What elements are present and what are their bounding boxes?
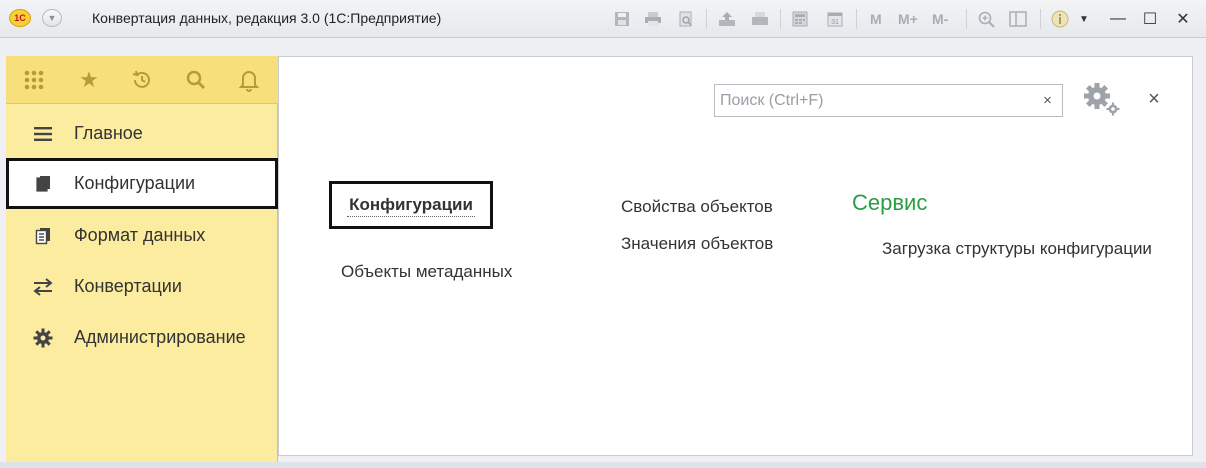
gear-icon — [32, 327, 54, 349]
calendar-icon[interactable]: 31 — [825, 8, 845, 30]
sidebar-toolbar: ★ — [6, 56, 278, 104]
sidebar-item-label: Конфигурации — [74, 173, 196, 193]
section-title-service: Сервис — [852, 190, 928, 215]
toolbar-separator — [706, 9, 707, 29]
memory-plus-button[interactable]: M+ — [898, 8, 918, 30]
maximize-button[interactable]: ☐ — [1139, 8, 1161, 30]
main-menu-button[interactable]: ▼ — [42, 9, 62, 27]
notifications-bell-icon[interactable] — [235, 66, 263, 94]
sidebar-item-configurations[interactable]: Конфигурации — [6, 158, 278, 209]
sidebar-item-label: Формат данных — [74, 225, 206, 245]
toolbar-separator — [1040, 9, 1041, 29]
upload-icon[interactable] — [717, 8, 737, 30]
window-frame-bottom — [0, 462, 1206, 468]
documents-icon — [32, 173, 54, 195]
minimize-button[interactable]: — — [1107, 8, 1129, 30]
exchange-arrows-icon — [32, 276, 54, 298]
print-preview-icon[interactable] — [676, 8, 696, 30]
link-metadata-objects[interactable]: Объекты метаданных — [341, 262, 512, 282]
group-title: Конфигурации — [347, 194, 475, 217]
toolbar-separator — [966, 9, 967, 29]
print-icon[interactable] — [643, 8, 663, 30]
sidebar-item-administration[interactable]: Администрирование — [6, 312, 278, 363]
sidebar-item-label: Конвертации — [74, 276, 182, 296]
sidebar-item-data-format[interactable]: Формат данных — [6, 210, 278, 261]
main-panel: × × Конфигурации — [278, 56, 1193, 456]
link-object-values[interactable]: Значения объектов — [621, 234, 773, 254]
history-clock-icon[interactable] — [128, 66, 156, 94]
close-panel-button[interactable]: × — [1144, 87, 1164, 111]
search-icon[interactable] — [182, 66, 210, 94]
scan-icon[interactable] — [750, 8, 770, 30]
info-icon[interactable] — [1050, 8, 1070, 30]
chevron-down-icon: ▼ — [47, 13, 57, 23]
list-icon — [32, 123, 54, 145]
group-configurations-active[interactable]: Конфигурации — [329, 181, 493, 229]
sidebar-item-label: Главное — [74, 123, 143, 143]
documents-grid-icon — [32, 225, 54, 247]
svg-text:31: 31 — [831, 19, 839, 26]
favorites-star-icon[interactable]: ★ — [75, 66, 103, 94]
save-icon[interactable] — [612, 8, 632, 30]
search-box — [714, 84, 1034, 117]
title-bar: 1С ▼ Конвертация данных, редакция 3.0 (1… — [0, 0, 1206, 38]
close-window-button[interactable]: ✕ — [1172, 8, 1194, 30]
search-clear-button[interactable]: × — [1033, 84, 1063, 117]
calculator-icon[interactable] — [790, 8, 810, 30]
sidebar-item-main[interactable]: Главное — [6, 108, 278, 159]
panel-layout-icon[interactable] — [1008, 8, 1028, 30]
toolbar-separator — [780, 9, 781, 29]
zoom-in-icon[interactable] — [976, 8, 996, 30]
link-object-properties[interactable]: Свойства объектов — [621, 197, 773, 217]
apps-grid-icon[interactable] — [20, 66, 48, 94]
dropdown-arrow-icon[interactable]: ▼ — [1074, 8, 1094, 30]
sidebar-item-conversions[interactable]: Конвертации — [6, 261, 278, 312]
memory-button[interactable]: M — [870, 8, 882, 30]
toolbar-separator — [856, 9, 857, 29]
app-logo-icon[interactable]: 1С — [9, 9, 31, 27]
window-title: Конвертация данных, редакция 3.0 (1С:Пре… — [92, 10, 442, 26]
search-input[interactable] — [715, 85, 1033, 116]
settings-gear-icon[interactable] — [1081, 81, 1121, 117]
sidebar: ★ Главное Конфигурации Формат данных Кон… — [6, 56, 278, 464]
link-load-configuration-structure[interactable]: Загрузка структуры конфигурации — [882, 239, 1152, 259]
sidebar-item-label: Администрирование — [74, 327, 246, 347]
memory-minus-button[interactable]: M- — [932, 8, 948, 30]
